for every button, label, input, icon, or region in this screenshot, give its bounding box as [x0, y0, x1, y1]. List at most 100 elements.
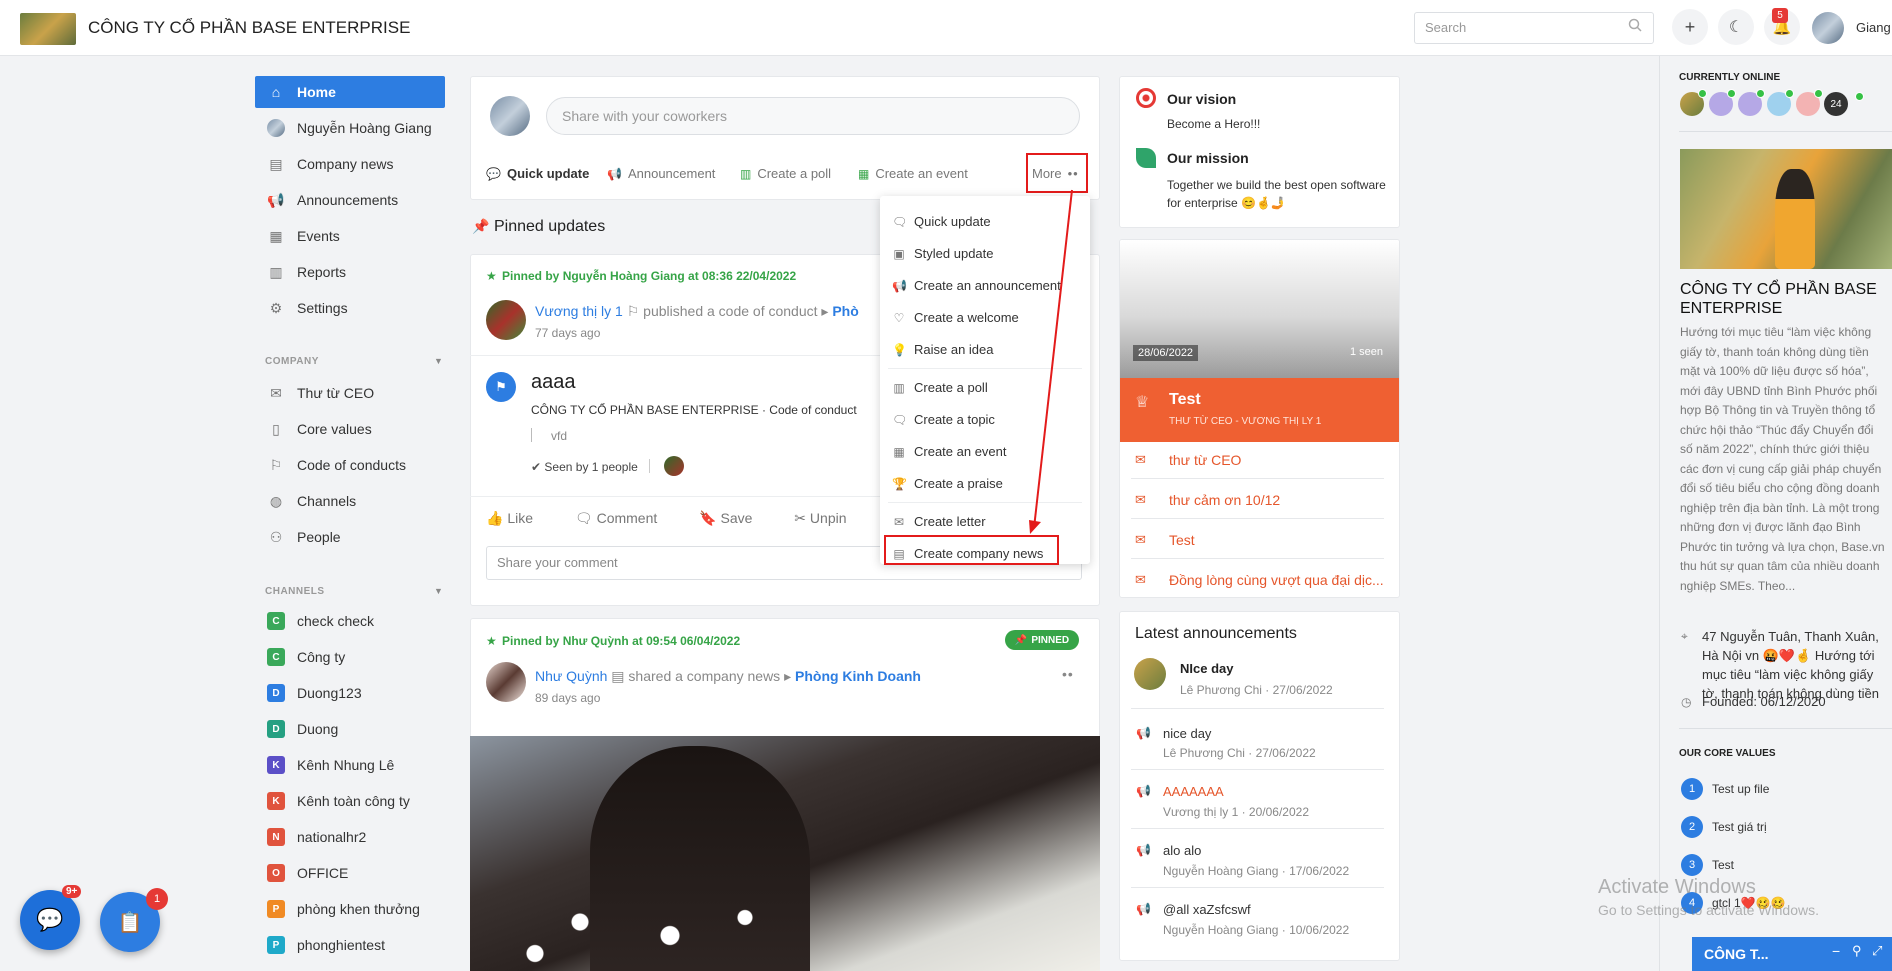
nav-core-values[interactable]: ▯ Core values — [255, 413, 445, 445]
company-section-label[interactable]: COMPANY — [265, 356, 319, 367]
nav-people[interactable]: ⚇ People — [255, 521, 445, 553]
seen-avatar[interactable] — [664, 456, 684, 476]
company-cover-image[interactable] — [1680, 149, 1892, 269]
megaphone-icon: 📢 — [267, 191, 285, 208]
online-more-count[interactable]: 24 — [1824, 92, 1848, 116]
tab-create-event[interactable]: ▦ Create an event — [858, 166, 968, 181]
announcements-title: Latest announcements — [1135, 625, 1297, 642]
channels-section-label[interactable]: CHANNELS — [265, 586, 325, 597]
post-quote: vfd — [551, 429, 568, 443]
nav-settings[interactable]: ⚙ Settings — [255, 292, 445, 324]
expand-icon[interactable]: ⤢ — [1872, 943, 1882, 959]
search-input[interactable]: Search — [1414, 12, 1654, 44]
tab-create-poll[interactable]: ▥ Create a poll — [740, 166, 831, 181]
menu-create-event[interactable]: ▦ Create an event — [892, 444, 1006, 459]
announcement-avatar[interactable] — [1134, 658, 1166, 690]
menu-create-welcome[interactable]: ♡ Create a welcome — [892, 310, 1019, 325]
like-button[interactable]: 👍 Like — [486, 510, 533, 526]
menu-create-topic[interactable]: 🗨 Create a topic — [892, 412, 995, 427]
letter-item[interactable]: ✉ Test — [1135, 532, 1195, 548]
nav-ceo-letters[interactable]: ✉ Thư từ CEO — [255, 377, 445, 409]
palette-icon: ▣ — [893, 246, 905, 261]
add-button[interactable]: + — [1672, 9, 1708, 45]
dark-mode-button[interactable]: ☾ — [1718, 9, 1754, 45]
letter-item[interactable]: ✉ thư cảm ơn 10/12 — [1135, 492, 1280, 508]
channel-item[interactable]: O OFFICE — [255, 857, 445, 889]
target-link[interactable]: Phò — [832, 303, 858, 319]
author-avatar[interactable] — [486, 662, 526, 702]
save-button[interactable]: 🔖 Save — [699, 510, 752, 526]
right-sidebar-divider — [1659, 56, 1660, 971]
channel-item[interactable]: Pphòng khen thưởng — [255, 893, 445, 925]
channel-item[interactable]: K Kênh Nhung Lê — [255, 749, 445, 781]
unpin-button[interactable]: ✂ Unpin — [794, 510, 846, 526]
core-value-label[interactable]: Test — [1712, 858, 1734, 872]
channel-badge: K — [267, 756, 285, 774]
mail-icon: ✉ — [1135, 532, 1146, 547]
tab-announcement[interactable]: 📢 Announcement — [607, 166, 715, 181]
nav-company-news[interactable]: ▤ Company news — [255, 148, 445, 180]
letter-item[interactable]: ✉ Đồng lòng cùng vượt qua đại dịc... — [1135, 572, 1384, 588]
author-link[interactable]: Như Quỳnh — [535, 668, 607, 684]
channel-item[interactable]: Nnationalhr2 — [255, 821, 445, 853]
company-logo[interactable] — [20, 13, 76, 45]
tab-quick-update[interactable]: 💬 Quick update — [486, 166, 589, 181]
nav-events[interactable]: ▦ Events — [255, 220, 445, 252]
nav-home[interactable]: ⌂ Home — [255, 76, 445, 108]
nav-channels[interactable]: ◍ Channels — [255, 485, 445, 517]
online-dot — [1727, 89, 1736, 98]
channel-item[interactable]: K Kênh toàn công ty — [255, 785, 445, 817]
search-icon[interactable]: ⚲ — [1852, 943, 1862, 959]
menu-quick-update[interactable]: 🗨 Quick update — [892, 214, 991, 229]
featured-announcement-title[interactable]: NIce day — [1180, 661, 1233, 676]
share-input[interactable]: Share with your coworkers — [546, 97, 1080, 135]
menu-create-poll[interactable]: ▥ Create a poll — [892, 380, 987, 395]
announcement-title[interactable]: @all xaZsfcswf — [1163, 902, 1251, 917]
channel-item[interactable]: Ccheck check — [255, 605, 445, 637]
nav-announcements[interactable]: 📢 Announcements — [255, 184, 445, 216]
channel-badge: O — [267, 864, 285, 882]
post-title[interactable]: aaaa — [531, 371, 576, 394]
chat-bar[interactable]: CÔNG T... — [1692, 937, 1892, 971]
menu-create-letter[interactable]: ✉ Create letter — [892, 514, 986, 529]
announcement-meta: Nguyễn Hoàng Giang · 17/06/2022 — [1163, 864, 1350, 878]
author-link[interactable]: Vương thị ly 1 — [535, 303, 623, 319]
target-link[interactable]: Phòng Kinh Doanh — [795, 668, 921, 684]
menu-create-praise[interactable]: 🏆 Create a praise — [892, 476, 1003, 491]
check-icon: ✔ — [531, 460, 542, 474]
chevron-down-icon[interactable]: ▼ — [434, 356, 443, 366]
user-avatar[interactable] — [1812, 12, 1844, 44]
channel-item[interactable]: C Công ty — [255, 641, 445, 673]
announcement-title[interactable]: AAAAAAA — [1163, 784, 1224, 799]
featured-letter[interactable] — [1120, 378, 1399, 442]
letter-item[interactable]: ✉ thư từ CEO — [1135, 452, 1241, 468]
menu-styled-update[interactable]: ▣ Styled update — [892, 246, 993, 261]
post-image[interactable] — [470, 736, 1100, 971]
channel-item[interactable]: D Duong — [255, 713, 445, 745]
more-button[interactable]: More •• — [1032, 166, 1079, 181]
core-value-label[interactable]: Test giá trị — [1712, 820, 1767, 834]
user-name[interactable]: Giang — [1856, 20, 1891, 35]
channel-badge: D — [267, 720, 285, 738]
nav-profile[interactable]: Nguyễn Hoàng Giang — [255, 112, 445, 144]
pin-icon: 📌 — [472, 218, 490, 234]
announcement-title[interactable]: alo alo — [1163, 843, 1201, 858]
divider — [1131, 558, 1384, 559]
nav-reports[interactable]: ▥ Reports — [255, 256, 445, 288]
chat-float-button[interactable]: 💬 — [20, 890, 80, 950]
mail-icon: ✉ — [1135, 572, 1146, 587]
minimize-icon[interactable]: − — [1832, 943, 1840, 959]
core-value-label[interactable]: Test up file — [1712, 782, 1769, 796]
author-avatar[interactable] — [486, 300, 526, 340]
channel-item[interactable]: Pphonghientest — [255, 929, 445, 961]
pinned-badge: 📌 PINNED — [1005, 630, 1079, 650]
search-icon[interactable] — [1628, 18, 1642, 32]
announcement-title[interactable]: nice day — [1163, 726, 1211, 741]
comment-button[interactable]: 🗨 Comment — [575, 510, 657, 526]
nav-code-of-conducts[interactable]: ⚐ Code of conducts — [255, 449, 445, 481]
menu-raise-idea[interactable]: 💡 Raise an idea — [892, 342, 994, 357]
seen-by[interactable]: ✔ Seen by 1 people — [531, 460, 638, 474]
post-options-icon[interactable]: •• — [1062, 666, 1074, 682]
chevron-down-icon[interactable]: ▼ — [434, 586, 443, 596]
channel-item[interactable]: D Duong123 — [255, 677, 445, 709]
